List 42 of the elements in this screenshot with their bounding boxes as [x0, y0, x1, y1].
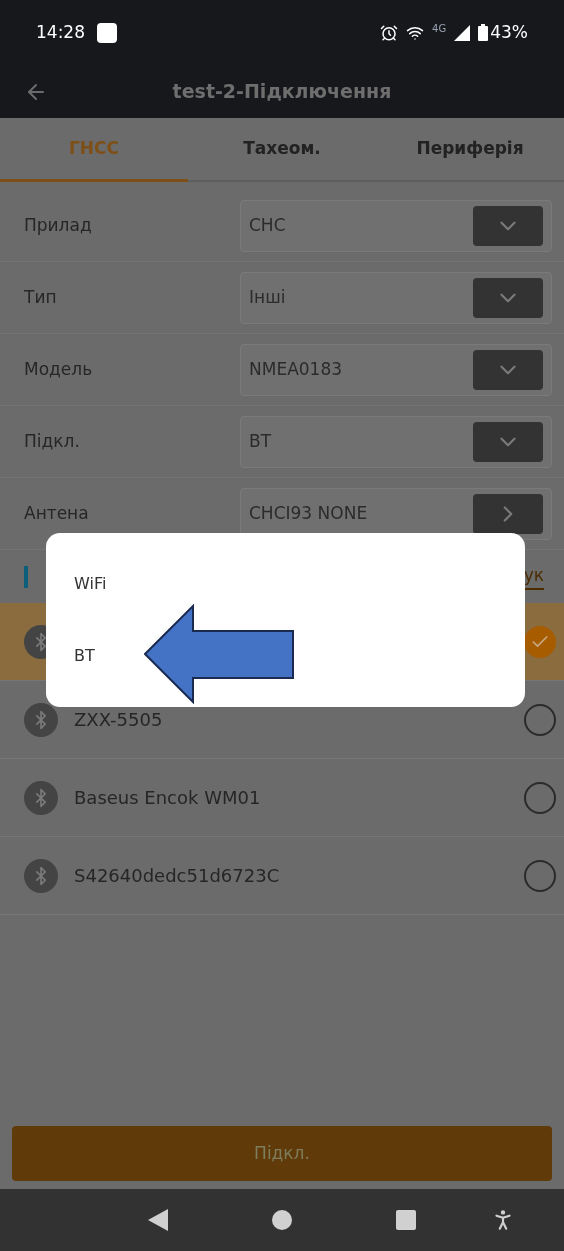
field-label: Прилад	[24, 213, 93, 237]
chevron-right-icon[interactable]	[473, 493, 543, 534]
device-row[interactable]: Baseus Encok WM01	[0, 759, 564, 837]
select-field[interactable]: Інші	[240, 271, 552, 324]
radio-button[interactable]	[524, 703, 556, 736]
field-label: Модель	[24, 357, 94, 381]
notification-icon	[97, 22, 117, 43]
select-field[interactable]: BT	[240, 415, 552, 468]
device-name: ZXX-5505	[74, 708, 163, 732]
alarm-icon	[380, 23, 399, 42]
select-field[interactable]: CHC	[240, 199, 552, 252]
select-field[interactable]: CHCI93 NONE	[240, 487, 552, 540]
select-field[interactable]: NMEA0183	[240, 343, 552, 396]
signal-icon	[454, 24, 471, 41]
bluetooth-icon	[24, 780, 58, 815]
home-icon[interactable]	[272, 1210, 292, 1230]
network-type: 4G	[432, 22, 447, 36]
tab[interactable]: Тахеом.	[188, 118, 376, 182]
battery-level: 43%	[490, 20, 528, 44]
chevron-down-icon[interactable]	[473, 349, 543, 390]
radio-button[interactable]	[524, 781, 556, 814]
check-icon[interactable]	[524, 625, 556, 658]
device-name: S42640dedc51d6723C	[74, 864, 280, 888]
status-time: 14:28	[36, 20, 85, 44]
field-label: Антена	[24, 501, 90, 525]
battery-icon	[478, 24, 489, 41]
chevron-down-icon[interactable]	[473, 205, 543, 246]
back-icon[interactable]	[148, 1209, 168, 1231]
tab[interactable]: Периферія	[376, 118, 564, 182]
field-label: Підкл.	[24, 429, 81, 453]
bluetooth-icon	[24, 858, 58, 893]
dialog-option[interactable]: WiFi	[46, 548, 525, 620]
chevron-down-icon[interactable]	[473, 421, 543, 462]
device-name: Baseus Encok WM01	[74, 786, 261, 810]
bluetooth-icon	[24, 702, 58, 737]
chevron-down-icon[interactable]	[473, 277, 543, 318]
connect-button[interactable]: Підкл.	[12, 1126, 552, 1181]
field-label: Тип	[24, 285, 58, 309]
radio-button[interactable]	[524, 859, 556, 892]
section-marker	[24, 565, 28, 588]
app-title: test-2-Підключення	[171, 79, 393, 105]
device-row[interactable]: S42640dedc51d6723C	[0, 837, 564, 915]
